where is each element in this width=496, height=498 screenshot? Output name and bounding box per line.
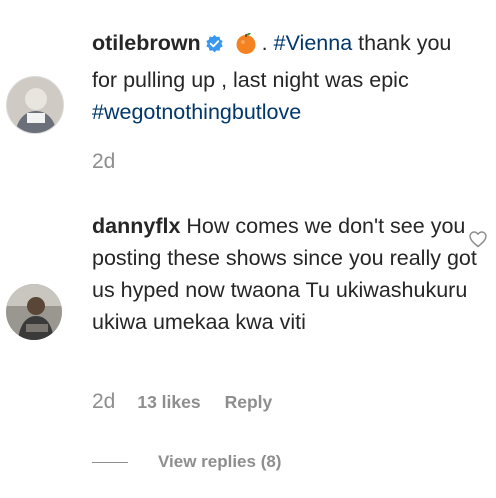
- hashtag-link[interactable]: #Vienna: [274, 31, 353, 55]
- likes-count[interactable]: 13 likes: [137, 392, 200, 413]
- comment-timestamp[interactable]: 2d: [92, 390, 115, 414]
- comment-username[interactable]: dannyflx: [92, 214, 180, 238]
- caption-text: otilebrown . #Vienna thank you for pulli…: [92, 27, 482, 128]
- divider-line: [92, 461, 128, 463]
- caption-comment: otilebrown . #Vienna thank you for pulli…: [0, 0, 496, 200]
- avatar-dannyflx[interactable]: [6, 284, 62, 340]
- avatar-otilebrown[interactable]: [6, 76, 64, 134]
- avatar-photo: [7, 77, 63, 133]
- caption-separator: .: [261, 31, 268, 55]
- verified-badge-icon: [205, 30, 224, 62]
- comment-meta: 2d 13 likes Reply: [92, 390, 272, 414]
- orange-emoji-icon: [234, 31, 258, 64]
- comment-text: dannyflx How comes we don't see you post…: [92, 210, 482, 338]
- caption-timestamp[interactable]: 2d: [92, 150, 115, 174]
- view-replies-label[interactable]: View replies (8): [158, 452, 281, 472]
- caption-username[interactable]: otilebrown: [92, 31, 201, 55]
- view-replies-button[interactable]: View replies (8): [92, 452, 281, 472]
- heart-outline-icon[interactable]: [468, 229, 488, 249]
- avatar-photo: [6, 284, 62, 340]
- hashtag-link[interactable]: #wegotnothingbutlove: [92, 100, 301, 124]
- reply-button[interactable]: Reply: [225, 392, 273, 413]
